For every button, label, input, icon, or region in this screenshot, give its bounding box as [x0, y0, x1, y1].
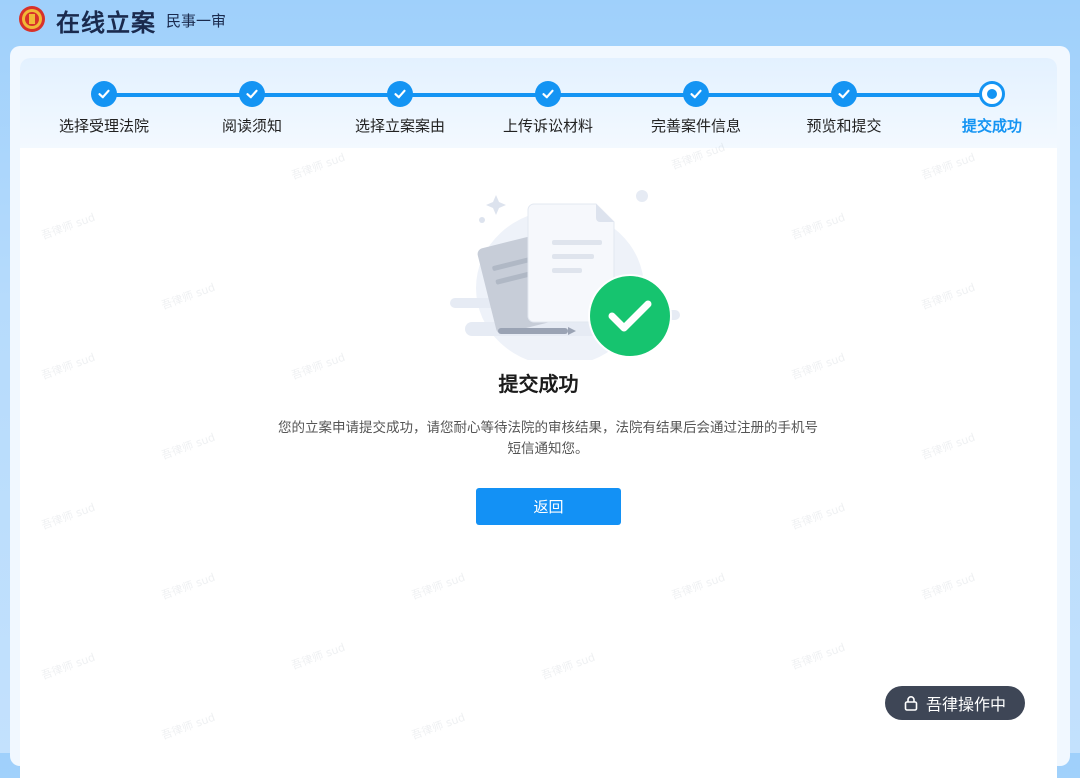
step-label: 完善案件信息 — [650, 117, 741, 135]
current-step-icon — [979, 81, 1005, 107]
watermark: 吾律师 sud — [39, 650, 97, 683]
assistant-status-button[interactable]: 吾律操作中 — [885, 686, 1025, 720]
check-icon — [239, 81, 265, 107]
step-select-court: 选择受理法院 — [34, 81, 174, 136]
step-label: 阅读须知 — [221, 117, 282, 135]
watermark: 吾律师 sud — [789, 640, 847, 673]
watermark: 吾律师 sud — [919, 430, 977, 463]
content-panel: 选择受理法院 阅读须知 选择立案案由 上传诉讼材料 完善案件信息 预览和提交 提… — [20, 58, 1057, 778]
step-label: 选择受理法院 — [58, 117, 149, 135]
step-submit-success: 提交成功 — [922, 81, 1057, 136]
step-progress: 选择受理法院 阅读须知 选择立案案由 上传诉讼材料 完善案件信息 预览和提交 提… — [20, 58, 1057, 148]
assistant-label: 吾律操作中 — [925, 695, 1006, 714]
check-icon — [683, 81, 709, 107]
step-label: 预览和提交 — [806, 117, 882, 135]
step-preview-submit: 预览和提交 — [774, 81, 914, 136]
app-subtitle: 民事一审 — [166, 12, 227, 30]
court-emblem-icon — [19, 6, 45, 32]
watermark: 吾律师 sud — [159, 430, 217, 463]
watermark: 吾律师 sud — [669, 570, 727, 603]
watermark: 吾律师 sud — [159, 280, 217, 313]
check-icon — [535, 81, 561, 107]
watermark: 吾律师 sud — [539, 650, 597, 683]
check-icon — [831, 81, 857, 107]
watermark: 吾律师 sud — [39, 210, 97, 243]
result-message: 您的立案申请提交成功，请您耐心等待法院的审核结果，法院有结果后会通过注册的手机号… — [278, 420, 818, 457]
app-header: 在线立案 民事一审 — [0, 0, 1080, 44]
step-label: 上传诉讼材料 — [502, 117, 593, 135]
watermark: 吾律师 sud — [919, 150, 977, 183]
step-select-cause: 选择立案案由 — [330, 81, 470, 136]
step-label: 提交成功 — [961, 117, 1022, 135]
step-read-notice: 阅读须知 — [182, 81, 322, 136]
result-title: 提交成功 — [498, 372, 579, 396]
back-button[interactable]: 返回 — [476, 488, 621, 525]
step-label: 选择立案案由 — [354, 117, 445, 135]
watermark: 吾律师 sud — [289, 640, 347, 673]
lock-icon — [904, 696, 918, 711]
watermark: 吾律师 sud — [409, 570, 467, 603]
watermark: 吾律师 sud — [919, 280, 977, 313]
check-icon — [387, 81, 413, 107]
watermark: 吾律师 sud — [919, 570, 977, 603]
watermark: 吾律师 sud — [159, 570, 217, 603]
success-illustration — [450, 190, 680, 360]
watermark: 吾律师 sud — [159, 710, 217, 743]
step-complete-info: 完善案件信息 — [626, 81, 766, 136]
watermark: 吾律师 sud — [289, 150, 347, 183]
watermark: 吾律师 sud — [789, 500, 847, 533]
step-upload-materials: 上传诉讼材料 — [478, 81, 618, 136]
watermark: 吾律师 sud — [409, 710, 467, 743]
watermark: 吾律师 sud — [39, 500, 97, 533]
app-title: 在线立案 — [56, 9, 156, 37]
main-card: 选择受理法院 阅读须知 选择立案案由 上传诉讼材料 完善案件信息 预览和提交 提… — [10, 46, 1070, 778]
check-icon — [91, 81, 117, 107]
watermark: 吾律师 sud — [789, 210, 847, 243]
